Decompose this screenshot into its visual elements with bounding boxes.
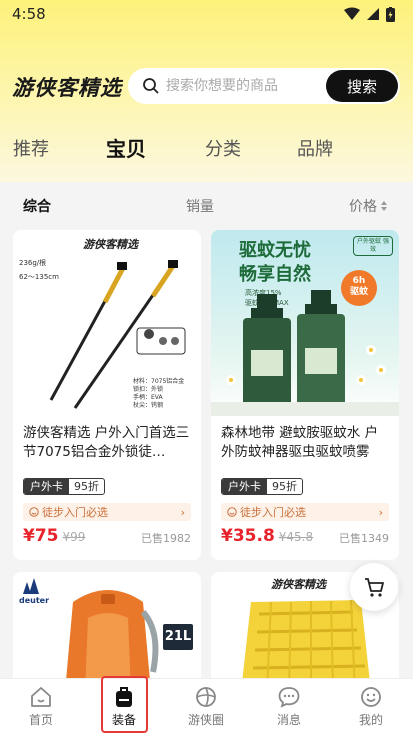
product-title: 游侠客精选 户外入门首选三节7075铝合金外锁徒…	[23, 425, 190, 460]
nav-label: 消息	[276, 713, 301, 727]
filter-sales[interactable]: 销量	[186, 196, 214, 216]
product-title: 森林地带 避蚊胺驱蚊水 户外防蚊神器驱虫驱蚊喷雾	[221, 425, 379, 460]
chevron-right-icon: ›	[180, 505, 185, 519]
image-spec: 材料：7075铝合金	[133, 378, 185, 385]
nav-label: 我的	[358, 713, 383, 727]
flower-icon	[196, 687, 216, 707]
tag-discount: 95折	[74, 480, 99, 493]
category-tabs: 推荐 宝贝 分类 品牌	[0, 128, 413, 164]
nav-label: 游侠圈	[187, 713, 224, 727]
bottom-navigation: 首页 装备 游侠圈 消息 我的	[0, 678, 413, 734]
tab-recommend[interactable]: 推荐	[13, 135, 49, 161]
search-icon	[143, 78, 159, 94]
status-bar: 4:58	[0, 0, 413, 28]
chevron-right-icon: ›	[378, 505, 383, 519]
app-logo: 游侠客精选	[12, 76, 122, 100]
product-image: deuter 21L	[13, 572, 201, 692]
original-price: ¥99	[62, 530, 86, 544]
tag-discount: 95折	[272, 480, 297, 493]
tag-label: 户外卡	[222, 479, 267, 494]
status-time: 4:58	[12, 5, 46, 23]
nav-messages[interactable]: 消息	[254, 679, 324, 734]
product-image: 驱蚊无忧 畅享自然 高浓度15% 驱蚊能力MAX 户外驱蚊 强效 6h驱蚊	[211, 230, 399, 416]
search-input[interactable]	[166, 78, 316, 94]
nav-profile[interactable]: 我的	[336, 679, 406, 734]
outdoor-card-tag: 户外卡 95折	[23, 478, 105, 495]
tab-categories[interactable]: 分类	[205, 135, 241, 161]
sold-count: 已售1982	[141, 532, 191, 545]
product-card[interactable]: 驱蚊无忧 畅享自然 高浓度15% 驱蚊能力MAX 户外驱蚊 强效 6h驱蚊 森林…	[211, 230, 399, 560]
smile-face-icon	[361, 687, 381, 707]
image-spec: 手柄：EVA	[133, 394, 163, 401]
product-image: 游侠客精选 236g/根 62～135cm 材料：7075铝合金 锁扣：外锁 手…	[13, 230, 201, 416]
image-spec: 锁扣：外锁	[133, 386, 164, 393]
price: ¥35.8	[221, 526, 275, 546]
promo-text: 徒步入门必选	[240, 506, 306, 519]
signal-icon	[367, 8, 379, 20]
original-price: ¥45.8	[278, 530, 314, 544]
product-card[interactable]: 游侠客精选 236g/根 62～135cm 材料：7075铝合金 锁扣：外锁 手…	[13, 230, 201, 560]
cart-button[interactable]	[350, 563, 398, 611]
sort-icon	[381, 201, 387, 211]
promo-banner[interactable]: 徒步入门必选 ›	[221, 503, 389, 521]
tag-label: 户外卡	[24, 479, 69, 494]
tab-brands[interactable]: 品牌	[297, 135, 333, 161]
filter-comprehensive[interactable]: 综合	[23, 196, 51, 216]
wifi-icon	[344, 7, 360, 20]
spray-bottles-image	[211, 290, 399, 416]
search-box[interactable]: 搜索	[128, 68, 400, 104]
filter-price-label: 价格	[349, 199, 377, 215]
selection-highlight	[101, 676, 148, 733]
image-spec: 杖尖：钨钢	[133, 402, 164, 409]
battery-icon	[386, 6, 395, 22]
chat-icon	[278, 687, 300, 708]
sold-count: 已售1349	[339, 532, 389, 545]
filter-bar: 综合 销量 价格	[0, 182, 413, 230]
home-icon	[31, 687, 51, 707]
capacity-badge: 21L	[163, 624, 193, 650]
price: ¥75	[23, 526, 59, 546]
cart-icon	[365, 578, 384, 597]
search-button[interactable]: 搜索	[326, 70, 398, 102]
filter-price[interactable]: 价格	[349, 196, 388, 216]
promo-banner[interactable]: 徒步入门必选 ›	[23, 503, 191, 521]
nav-label: 首页	[28, 713, 53, 727]
nav-community[interactable]: 游侠圈	[171, 679, 241, 734]
smile-icon	[227, 507, 237, 517]
outdoor-card-tag: 户外卡 95折	[221, 478, 303, 495]
product-card[interactable]: deuter 21L	[13, 572, 201, 692]
promo-text: 徒步入门必选	[42, 506, 108, 519]
tab-items[interactable]: 宝贝	[106, 133, 146, 162]
smile-icon	[29, 507, 39, 517]
nav-home[interactable]: 首页	[6, 679, 76, 734]
